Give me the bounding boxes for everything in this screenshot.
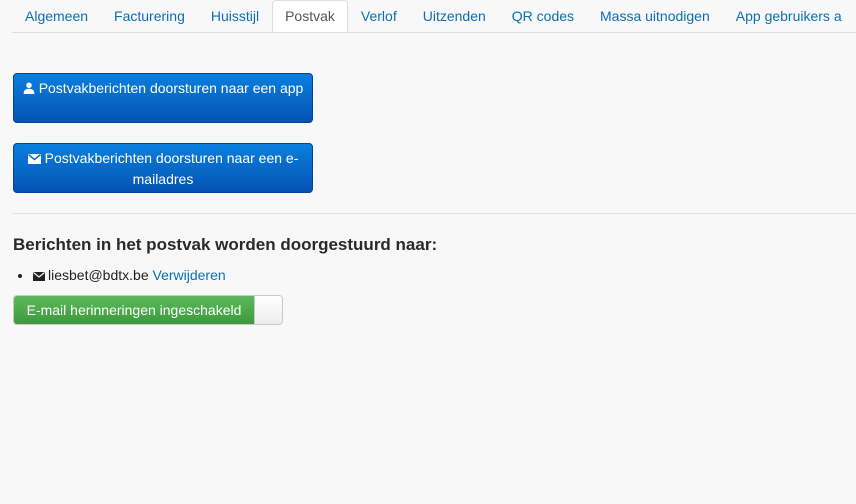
- toggle-knob[interactable]: [254, 296, 282, 324]
- tab-algemeen[interactable]: Algemeen: [12, 0, 101, 32]
- recipient-email: liesbet@bdtx.be: [48, 267, 149, 283]
- recipient-list: liesbet@bdtx.be Verwijderen: [13, 266, 226, 285]
- forward-to-app-label: Postvakberichten doorsturen naar een app: [38, 80, 304, 96]
- section-divider: [12, 213, 856, 214]
- tab-uitzenden[interactable]: Uitzenden: [410, 0, 499, 32]
- user-icon: [23, 79, 35, 99]
- remove-recipient-link[interactable]: Verwijderen: [153, 267, 226, 283]
- tab-app-gebruikers[interactable]: App gebruikers a: [723, 0, 855, 32]
- forward-to-email-button[interactable]: Postvakberichten doorsturen naar een e-m…: [13, 143, 313, 193]
- email-reminders-toggle[interactable]: E-mail herinneringen ingeschakeld: [13, 295, 283, 325]
- tab-qr-codes[interactable]: QR codes: [499, 0, 587, 32]
- tab-massa-uitnodigen[interactable]: Massa uitnodigen: [587, 0, 723, 32]
- toggle-on-label: E-mail herinneringen ingeschakeld: [14, 296, 254, 324]
- forward-to-app-button[interactable]: Postvakberichten doorsturen naar een app: [13, 73, 313, 123]
- tab-facturering[interactable]: Facturering: [101, 0, 198, 32]
- tab-huisstijl[interactable]: Huisstijl: [198, 0, 272, 32]
- tab-postvak[interactable]: Postvak: [272, 0, 348, 32]
- tab-verlof[interactable]: Verlof: [348, 0, 410, 32]
- envelope-icon: [27, 149, 41, 169]
- forward-to-email-label: Postvakberichten doorsturen naar een e-m…: [44, 150, 299, 187]
- list-item: liesbet@bdtx.be Verwijderen: [33, 266, 226, 285]
- envelope-icon: [33, 267, 45, 285]
- forwarding-title: Berichten in het postvak worden doorgest…: [13, 235, 438, 254]
- settings-tabs: Algemeen Facturering Huisstijl Postvak V…: [12, 0, 856, 33]
